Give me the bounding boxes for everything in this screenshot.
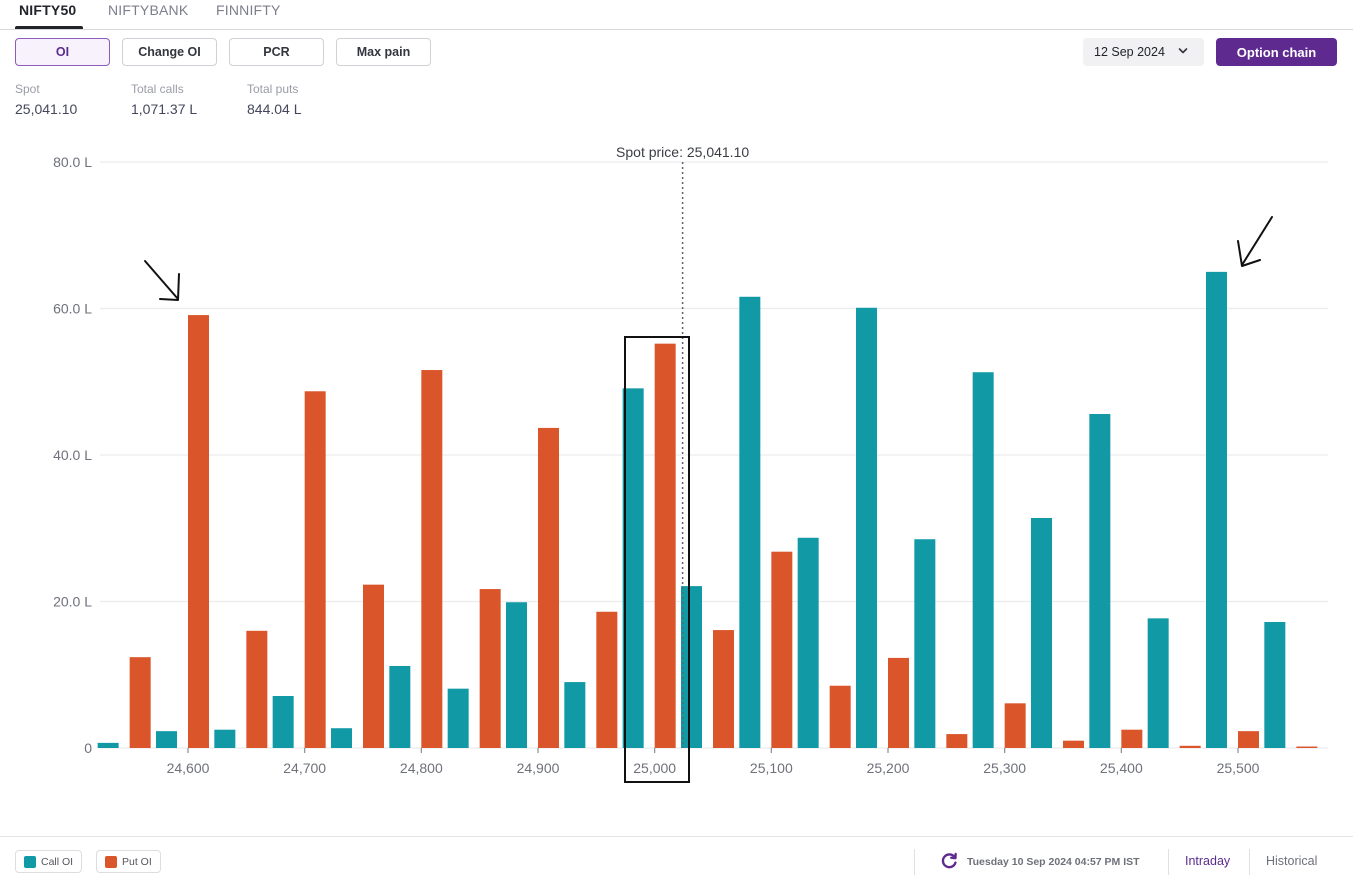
- y-axis-labels: 0 20.0 L 40.0 L 60.0 L 80.0 L: [53, 154, 92, 756]
- put-oi-swatch: [105, 855, 117, 868]
- legend-put-oi-label: Put OI: [122, 855, 152, 868]
- bars: [97, 271, 1318, 748]
- total-calls-value: 1,071.37 L: [131, 101, 198, 117]
- put-oi-bar-25500[interactable]: [1238, 731, 1259, 748]
- legend-put-oi[interactable]: Put OI: [96, 850, 161, 873]
- put-oi-bar-25450[interactable]: [1179, 745, 1201, 748]
- call-oi-bar-25350[interactable]: [1031, 517, 1052, 748]
- change-oi-view-button[interactable]: Change OI: [122, 38, 217, 66]
- call-oi-bar-24650[interactable]: [214, 729, 236, 748]
- put-oi-bar-25550[interactable]: [1296, 746, 1318, 748]
- call-oi-bar-25250[interactable]: [914, 539, 936, 748]
- call-oi-bar-25500[interactable]: [1206, 271, 1227, 748]
- call-oi-bar-25450[interactable]: [1147, 618, 1169, 748]
- oi-view-button[interactable]: OI: [15, 38, 110, 66]
- call-oi-bar-25550[interactable]: [1264, 622, 1286, 748]
- call-oi-bar-24800[interactable]: [389, 665, 411, 748]
- call-oi-bar-24600[interactable]: [156, 731, 177, 748]
- arrow-annotation-call-25500: [1237, 216, 1273, 267]
- tab-finnifty[interactable]: FINNIFTY: [216, 2, 281, 18]
- chevron-down-icon: [1178, 48, 1188, 54]
- put-oi-bar-24600[interactable]: [188, 315, 209, 748]
- put-oi-bar-24650[interactable]: [246, 630, 268, 748]
- put-oi-bar-24750[interactable]: [363, 584, 384, 748]
- call-oi-bar-25050[interactable]: [681, 586, 702, 748]
- refresh-icon[interactable]: [941, 852, 958, 869]
- legend-call-oi[interactable]: Call OI: [15, 850, 83, 873]
- put-oi-bar-24850[interactable]: [479, 589, 501, 748]
- call-oi-bar-24900[interactable]: [506, 602, 527, 748]
- put-oi-bar-24800[interactable]: [421, 370, 443, 748]
- total-puts-label: Total puts: [247, 82, 299, 96]
- y-tick-label: 80.0 L: [53, 154, 92, 170]
- put-oi-bar-25250[interactable]: [946, 734, 968, 748]
- put-oi-bar-25300[interactable]: [1004, 703, 1026, 748]
- y-tick-label: 40.0 L: [53, 447, 92, 463]
- arrow-annotation-put-24600: [144, 260, 180, 301]
- max-pain-view-button[interactable]: Max pain: [336, 38, 431, 66]
- expiry-date-select[interactable]: 12 Sep 2024: [1083, 38, 1204, 66]
- y-tick-label: 20.0 L: [53, 594, 92, 610]
- put-oi-bar-24900[interactable]: [538, 427, 559, 748]
- call-oi-bar-25400[interactable]: [1089, 413, 1111, 748]
- call-oi-bar-25100[interactable]: [739, 296, 761, 748]
- last-updated-timestamp: Tuesday 10 Sep 2024 04:57 PM IST: [967, 856, 1140, 868]
- put-oi-bar-25000[interactable]: [654, 343, 676, 748]
- index-tabs: NIFTY50 NIFTYBANK FINNIFTY: [0, 0, 1353, 30]
- call-oi-bar-25300[interactable]: [972, 372, 994, 748]
- call-oi-bar-25150[interactable]: [797, 537, 819, 748]
- put-oi-bar-25150[interactable]: [829, 685, 851, 748]
- x-tick-label: 25,500: [1217, 760, 1260, 776]
- expiry-date-value: 12 Sep 2024: [1094, 45, 1165, 59]
- total-puts-stat: Total puts 844.04 L: [247, 82, 302, 117]
- active-tab-indicator: [15, 26, 83, 29]
- total-puts-value: 844.04 L: [247, 101, 302, 117]
- pcr-view-button[interactable]: PCR: [229, 38, 324, 66]
- chart-footer: Call OI Put OI Tuesday 10 Sep 2024 04:57…: [0, 836, 1353, 880]
- historical-tab[interactable]: Historical: [1266, 854, 1317, 868]
- call-oi-bar-24850[interactable]: [447, 688, 469, 748]
- put-oi-bar-25400[interactable]: [1121, 729, 1143, 748]
- put-oi-bar-24700[interactable]: [304, 391, 326, 748]
- x-tick-label: 24,600: [167, 760, 210, 776]
- spot-value: 25,041.10: [15, 101, 78, 117]
- spot-label: Spot: [15, 82, 40, 96]
- oi-bar-chart: 020.0 L40.0 L60.0 L80.0 L 24,600 24,700 24…: [53, 144, 1328, 783]
- call-oi-swatch: [24, 855, 36, 868]
- spot-stat: Spot 25,041.10: [15, 82, 77, 117]
- x-tick-label: 25,400: [1100, 760, 1143, 776]
- put-oi-bar-24550[interactable]: [129, 657, 151, 748]
- x-tick-label: 25,200: [867, 760, 910, 776]
- option-chain-button[interactable]: Option chain: [1216, 38, 1337, 66]
- x-tick-label: 25,300: [983, 760, 1026, 776]
- put-oi-bar-25100[interactable]: [771, 551, 793, 748]
- x-tick-label: 24,700: [283, 760, 326, 776]
- tab-nifty50[interactable]: NIFTY50: [19, 2, 76, 18]
- intraday-tab[interactable]: Intraday: [1185, 854, 1230, 868]
- y-tick-label: 0: [84, 740, 92, 756]
- spot-price-label: Spot price: 25,041.10: [616, 144, 749, 160]
- put-oi-bar-25200[interactable]: [888, 657, 909, 748]
- call-oi-bar-24950[interactable]: [564, 682, 586, 748]
- put-oi-bar-24950[interactable]: [596, 611, 618, 748]
- x-tick-label: 25,000: [633, 760, 676, 776]
- x-tick-label: 24,900: [517, 760, 560, 776]
- footer-divider: [914, 849, 915, 875]
- footer-divider: [1168, 849, 1169, 875]
- put-oi-bar-25350[interactable]: [1063, 740, 1084, 748]
- put-oi-bar-25050[interactable]: [713, 630, 734, 748]
- x-axis: 24,600 24,700 24,800 24,900 25,000 25,100 25,2…: [167, 748, 1260, 776]
- call-oi-bar-24750[interactable]: [331, 728, 352, 748]
- call-oi-bar-24550[interactable]: [97, 742, 119, 748]
- total-calls-stat: Total calls 1,071.37 L: [131, 82, 197, 117]
- total-calls-label: Total calls: [131, 82, 184, 96]
- x-tick-label: 24,800: [400, 760, 443, 776]
- call-oi-bar-24700[interactable]: [272, 695, 294, 748]
- y-tick-label: 60.0 L: [53, 301, 92, 317]
- footer-divider: [1249, 849, 1250, 875]
- tab-niftybank[interactable]: NIFTYBANK: [108, 2, 188, 18]
- call-oi-bar-25200[interactable]: [856, 307, 877, 748]
- legend-call-oi-label: Call OI: [41, 855, 74, 868]
- x-tick-label: 25,100: [750, 760, 793, 776]
